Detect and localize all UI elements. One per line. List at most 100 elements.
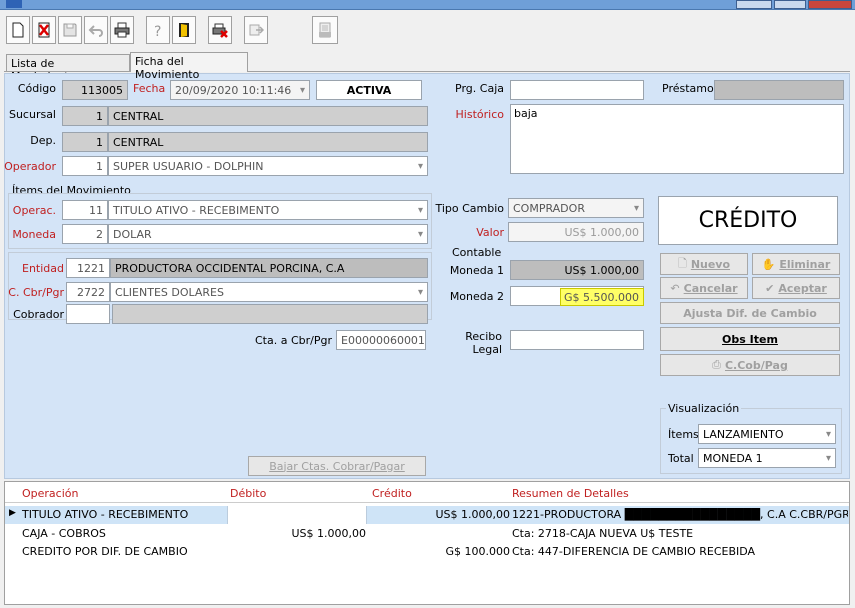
- maximize-button[interactable]: [774, 0, 806, 9]
- dep-code[interactable]: 1: [62, 132, 108, 152]
- cancelar-button[interactable]: ↶ Cancelar: [660, 277, 748, 299]
- undo-button[interactable]: [84, 16, 108, 44]
- credito-indicator: CRÉDITO: [658, 196, 838, 245]
- operador-label: Operador: [4, 160, 56, 173]
- total-view-value: MONEDA 1: [703, 451, 763, 465]
- grid-header-operacion[interactable]: Operación: [22, 487, 78, 500]
- tab-ficha-movimiento[interactable]: Ficha del Movimiento: [130, 52, 248, 81]
- row-pointer-icon: ▶: [9, 508, 16, 518]
- minimize-button[interactable]: [736, 0, 772, 9]
- chevron-down-icon: ▾: [417, 286, 423, 298]
- row-debito-cell: [227, 506, 367, 524]
- bajar-ctas-button[interactable]: Bajar Ctas. Cobrar/Pagar: [248, 456, 426, 476]
- row-operacion: CAJA - COBROS: [22, 527, 106, 540]
- recibo-label-2: Legal: [472, 343, 502, 356]
- moneda1-label: Moneda 1: [449, 264, 504, 277]
- operador-code[interactable]: 1: [62, 156, 108, 176]
- codigo-field[interactable]: 113005: [62, 80, 128, 100]
- dep-label: Dep.: [30, 134, 56, 147]
- dep-name[interactable]: CENTRAL: [108, 132, 428, 152]
- moneda1-field[interactable]: US$ 1.000,00: [510, 260, 644, 280]
- aceptar-button[interactable]: ✔ Aceptar: [752, 277, 840, 299]
- prg-caja-field[interactable]: [510, 80, 644, 100]
- fecha-datepicker[interactable]: 20/09/2020 10:11:46 ▾: [170, 80, 310, 100]
- floppy-disk-icon: [63, 23, 77, 37]
- chevron-down-icon: ▾: [633, 202, 639, 214]
- delete-icon: ✋: [761, 257, 776, 271]
- codigo-label: Código: [17, 82, 56, 95]
- ajusta-dif-cambio-button[interactable]: Ajusta Dif. de Cambio: [660, 302, 840, 324]
- delete-document-icon: [38, 22, 50, 38]
- entidad-name[interactable]: PRODUCTORA OCCIDENTAL PORCINA, C.A: [110, 258, 428, 278]
- moneda2-label: Moneda 2: [449, 290, 504, 303]
- cbr-pgr-select[interactable]: CLIENTES DOLARES ▾: [110, 282, 428, 302]
- tab-lista-movimientos[interactable]: Lista de Movimientos: [6, 54, 130, 83]
- tipo-cambio-select[interactable]: COMPRADOR ▾: [508, 198, 644, 218]
- items-view-value: LANZAMIENTO: [703, 427, 784, 441]
- c-cob-pag-button[interactable]: ⎙ C.Cob/Pag: [660, 354, 840, 376]
- cbr-pgr-value: CLIENTES DOLARES: [115, 285, 224, 299]
- moneda-select[interactable]: DOLAR ▾: [108, 224, 428, 244]
- operac-select[interactable]: TITULO ATIVO - RECEBIMENTO ▾: [108, 200, 428, 220]
- json-export-button[interactable]: [312, 16, 338, 44]
- contable-label: Contable: [452, 246, 502, 259]
- accept-icon: ✔: [765, 281, 775, 295]
- moneda-code[interactable]: 2: [62, 224, 108, 244]
- exit-button[interactable]: [172, 16, 196, 44]
- operac-label: Operac.: [12, 204, 56, 217]
- recibo-label-1: Recibo: [465, 330, 502, 343]
- grid-header-debito[interactable]: Débito: [230, 487, 266, 500]
- print-delete-button[interactable]: [208, 16, 232, 44]
- print-button[interactable]: [110, 16, 134, 44]
- tipo-cambio-value: COMPRADOR: [513, 201, 585, 215]
- operac-value: TITULO ATIVO - RECEBIMENTO: [113, 203, 280, 217]
- printer-icon: ⎙: [712, 358, 721, 371]
- row-operacion: CREDITO POR DIF. DE CAMBIO: [22, 545, 188, 558]
- prestamo-field[interactable]: [714, 80, 844, 100]
- row-resumen: Cta: 447-DIFERENCIA DE CAMBIO RECEBIDA: [512, 545, 756, 558]
- sucursal-code[interactable]: 1: [62, 106, 108, 126]
- moneda-value: DOLAR: [113, 227, 152, 241]
- cbr-pgr-label: C. Cbr/Pgr: [8, 286, 64, 299]
- operac-code[interactable]: 11: [62, 200, 108, 220]
- row-debito: US$ 1.000,00: [291, 527, 366, 540]
- nuevo-button[interactable]: 🗋 Nuevo: [660, 253, 748, 275]
- historico-textarea[interactable]: baja: [510, 104, 844, 174]
- delete-document-button[interactable]: [32, 16, 56, 44]
- total-view-select[interactable]: MONEDA 1 ▾: [698, 448, 836, 468]
- prestamo-label: Préstamo: [662, 82, 714, 95]
- recibo-legal-field[interactable]: [510, 330, 644, 350]
- new-document-button[interactable]: [6, 16, 30, 44]
- grid-header-divider: [5, 502, 849, 503]
- undo-icon: ↶: [670, 281, 680, 295]
- sucursal-name[interactable]: CENTRAL: [108, 106, 428, 126]
- cbr-pgr-code[interactable]: 2722: [66, 282, 110, 302]
- cta-field[interactable]: E00000060001: [336, 330, 426, 350]
- cancelar-label: Cancelar: [683, 281, 738, 295]
- grid-header-resumen[interactable]: Resumen de Detalles: [512, 487, 629, 500]
- row-credito: US$ 1.000,00: [435, 508, 510, 521]
- title-bar: [0, 0, 855, 10]
- obs-item-button[interactable]: Obs Item: [660, 327, 840, 351]
- valor-label: Valor: [476, 226, 504, 239]
- help-button[interactable]: ?: [146, 16, 170, 44]
- export-button[interactable]: [244, 16, 268, 44]
- operador-select[interactable]: SUPER USUARIO - DOLPHIN ▾: [108, 156, 428, 176]
- entidad-code[interactable]: 1221: [66, 258, 110, 278]
- items-view-select[interactable]: LANZAMIENTO ▾: [698, 424, 836, 444]
- chevron-down-icon: ▾: [299, 84, 305, 96]
- close-button[interactable]: [808, 0, 852, 9]
- row-resumen: Cta: 2718-CAJA NUEVA U$ TESTE: [512, 527, 694, 540]
- chevron-down-icon: ▾: [825, 428, 831, 440]
- cobrador-name[interactable]: [112, 304, 428, 324]
- row-operacion: TITULO ATIVO - RECEBIMENTO: [22, 508, 189, 521]
- chevron-down-icon: ▾: [417, 160, 423, 172]
- historico-label: Histórico: [455, 108, 504, 121]
- printer-icon: [114, 22, 130, 38]
- cobrador-code[interactable]: [66, 304, 110, 324]
- eliminar-button[interactable]: ✋ Eliminar: [752, 253, 840, 275]
- valor-field[interactable]: US$ 1.000,00: [508, 222, 644, 242]
- grid-header-credito[interactable]: Crédito: [372, 487, 412, 500]
- save-button[interactable]: [58, 16, 82, 44]
- moneda2-field[interactable]: G$ 5.500.000: [560, 288, 644, 306]
